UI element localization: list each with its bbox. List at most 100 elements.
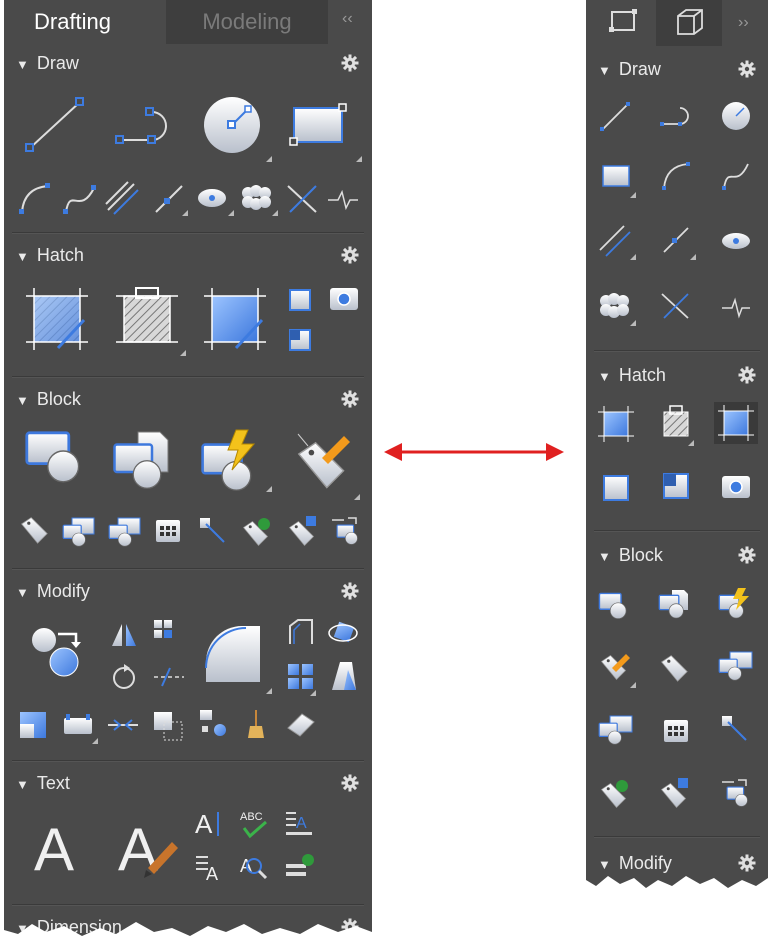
synchronize-attributes-icon[interactable] — [598, 776, 632, 810]
section-header-draw[interactable]: ▼ Draw — [16, 50, 79, 76]
ray-tool-icon[interactable] — [660, 224, 692, 256]
3d-rotate-tool-icon[interactable] — [326, 616, 360, 650]
tab-drafting[interactable]: Drafting — [34, 0, 154, 44]
modify-settings-gear-icon[interactable] — [341, 582, 359, 600]
ellipse-tool-icon[interactable] — [196, 186, 230, 212]
arc-tool-icon[interactable] — [660, 160, 692, 192]
rectangular-array-icon[interactable] — [286, 662, 316, 692]
purge-broom-icon[interactable] — [244, 708, 268, 740]
hatch-settings-gear-icon[interactable] — [341, 246, 359, 264]
boundary-tool-icon[interactable] — [286, 286, 314, 314]
polyline-tool-icon[interactable] — [660, 104, 694, 130]
text-align-icon[interactable]: A — [194, 852, 226, 884]
draw-settings-gear-icon[interactable] — [341, 54, 359, 72]
scale-tool-icon[interactable] — [18, 710, 50, 742]
create-block-tool-icon[interactable] — [658, 588, 694, 620]
base-point-tool-icon[interactable] — [198, 516, 230, 548]
gradient-tool-icon[interactable] — [714, 402, 758, 444]
trim-extend-tool-icon[interactable] — [660, 290, 692, 322]
revision-cloud-tool-icon[interactable] — [240, 184, 274, 212]
line-tool-icon[interactable] — [600, 100, 632, 132]
trim-extend-tool-icon[interactable] — [286, 182, 320, 216]
define-attribute-tool-icon[interactable] — [292, 428, 356, 490]
offset-tool-icon[interactable] — [286, 618, 316, 648]
block-table-tool-icon[interactable] — [154, 518, 182, 546]
rectangle-tool-icon[interactable] — [600, 162, 634, 192]
ellipse-tool-icon[interactable] — [720, 230, 752, 252]
hatch-tool-icon[interactable] — [24, 288, 90, 354]
block-table-tool-icon[interactable] — [662, 718, 690, 746]
find-replace-text-icon[interactable]: A — [238, 852, 270, 884]
hatch-pattern-tool-icon[interactable] — [114, 284, 180, 354]
multiline-text-tool-icon[interactable]: A — [32, 812, 82, 883]
section-header-hatch[interactable]: ▼ Hatch — [598, 362, 666, 388]
circle-tool-icon[interactable] — [202, 94, 264, 156]
attribute-tag-tool-icon[interactable] — [658, 650, 692, 684]
write-block-tool-icon[interactable] — [718, 586, 754, 620]
hatch-pattern-tool-icon[interactable] — [658, 404, 694, 442]
polyline-tool-icon[interactable] — [112, 102, 178, 148]
block-settings-gear-icon[interactable] — [341, 390, 359, 408]
block-attribute-manager-icon[interactable] — [598, 714, 634, 748]
region-tool-icon[interactable] — [720, 474, 752, 500]
line-tool-icon[interactable] — [24, 96, 88, 156]
mirror-tool-icon[interactable] — [108, 620, 140, 650]
section-header-block[interactable]: ▼ Block — [16, 386, 81, 412]
draw-settings-gear-icon[interactable] — [738, 60, 756, 78]
array-path-tool-icon[interactable] — [152, 618, 182, 648]
collapse-palette-button[interactable]: ‹‹ — [342, 10, 353, 28]
synchronize-attributes-icon[interactable] — [240, 514, 274, 548]
text-editor-icon[interactable]: A — [284, 808, 314, 838]
lengthen-tool-icon[interactable] — [62, 712, 96, 740]
hatch-settings-gear-icon[interactable] — [738, 366, 756, 384]
attribute-extract-icon[interactable] — [286, 514, 320, 548]
text-field-update-icon[interactable] — [284, 852, 316, 882]
construction-line-tool-icon[interactable] — [598, 224, 632, 258]
attribute-extract-icon[interactable] — [658, 776, 692, 810]
gradient-tool-icon[interactable] — [202, 288, 268, 354]
trim-tool-icon[interactable] — [152, 664, 186, 690]
ray-tool-icon[interactable] — [152, 182, 186, 216]
section-header-hatch[interactable]: ▼ Hatch — [16, 242, 84, 268]
explode-tool-icon[interactable] — [198, 708, 230, 740]
rectangle-tool-icon[interactable] — [288, 100, 350, 150]
wipeout-tool-icon[interactable] — [660, 470, 692, 502]
hatch-tool-icon[interactable] — [598, 406, 634, 442]
stretch-tool-icon[interactable] — [326, 660, 358, 692]
expand-palette-button[interactable]: ›› — [738, 14, 749, 32]
attribute-tag-tool-icon[interactable] — [20, 516, 52, 548]
tab-drafting-icon-button[interactable] — [592, 0, 654, 46]
breakline-tool-icon[interactable] — [720, 296, 752, 319]
erase-tool-icon[interactable] — [284, 710, 318, 738]
breakline-tool-icon[interactable] — [326, 186, 360, 212]
insert-block-tool-icon[interactable] — [598, 592, 632, 622]
single-line-text-icon[interactable]: A — [194, 808, 224, 839]
wipeout-tool-icon[interactable] — [286, 326, 314, 354]
section-header-draw[interactable]: ▼ Draw — [598, 56, 661, 82]
define-attribute-tool-icon[interactable] — [598, 650, 632, 684]
construction-line-tool-icon[interactable] — [104, 180, 142, 218]
spline-tool-icon[interactable] — [720, 160, 752, 192]
tab-modeling-icon-button[interactable] — [656, 0, 722, 46]
block-replace-icon[interactable] — [718, 776, 752, 810]
tab-modeling[interactable]: Modeling — [166, 0, 328, 44]
fillet-tool-icon[interactable] — [200, 622, 266, 686]
join-tool-icon[interactable] — [106, 712, 140, 738]
create-block-tool-icon[interactable] — [112, 428, 178, 490]
base-point-tool-icon[interactable] — [720, 714, 752, 746]
block-editor-tool-icon[interactable] — [62, 516, 96, 548]
region-tool-icon[interactable] — [328, 286, 360, 312]
section-header-block[interactable]: ▼ Block — [598, 542, 663, 568]
text-settings-gear-icon[interactable] — [341, 774, 359, 792]
block-replace-icon[interactable] — [328, 514, 362, 548]
arc-tool-icon[interactable] — [18, 182, 52, 216]
block-attribute-manager-icon[interactable] — [108, 516, 142, 548]
rotate-tool-icon[interactable] — [108, 662, 140, 694]
block-editor-tool-icon[interactable] — [718, 650, 754, 684]
spline-tool-icon[interactable] — [62, 182, 98, 216]
revision-cloud-tool-icon[interactable] — [598, 292, 632, 320]
align-tool-icon[interactable] — [152, 710, 184, 742]
text-style-tool-icon[interactable]: A — [116, 812, 182, 883]
spell-check-icon[interactable]: ABC — [238, 808, 272, 842]
boundary-tool-icon[interactable] — [598, 470, 634, 506]
